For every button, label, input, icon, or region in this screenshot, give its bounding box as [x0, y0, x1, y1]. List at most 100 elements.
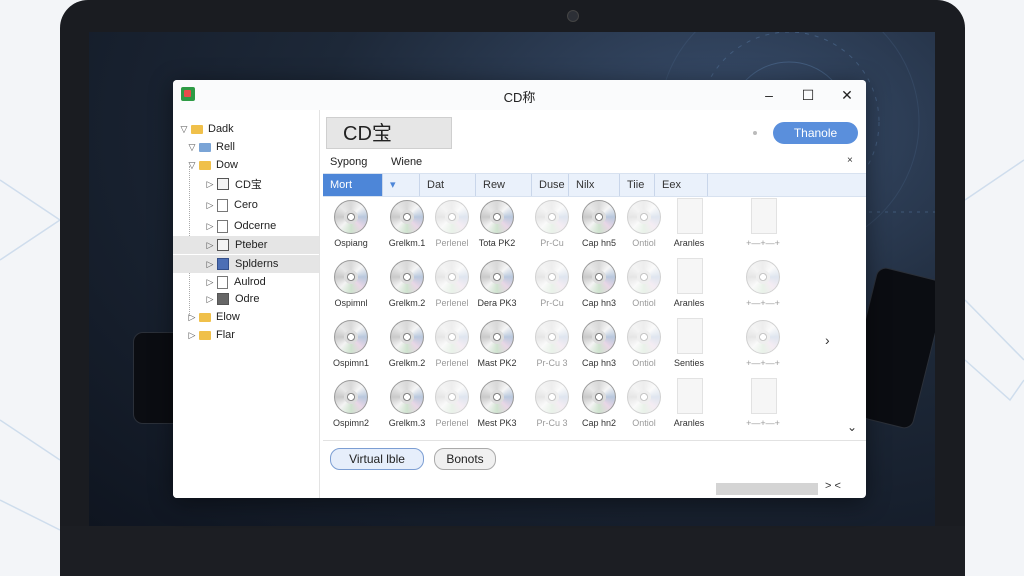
- cd-icon: [217, 178, 229, 190]
- disc-icon: [480, 200, 514, 234]
- title-bar: CD称 – ☐ ✕: [173, 80, 866, 110]
- expand-icon[interactable]: ▷: [205, 259, 215, 270]
- tree-item-odre[interactable]: ▷ Odre: [205, 290, 259, 308]
- chevron-down-icon[interactable]: ⌄: [847, 420, 857, 434]
- expand-icon[interactable]: ▷: [205, 179, 215, 190]
- expand-icon[interactable]: ▷: [205, 277, 215, 288]
- view-tabs: Sypong Wiene ×: [321, 152, 866, 174]
- folder-icon: [199, 312, 211, 322]
- tree-label: Dow: [216, 159, 239, 171]
- virtual-button[interactable]: Virtual lble: [330, 448, 424, 470]
- tree-item-flar[interactable]: ▷ Flar: [187, 326, 235, 344]
- document-item[interactable]: Aranles: [661, 378, 717, 434]
- disc-icon: [627, 260, 661, 294]
- disc-icon: [334, 200, 368, 234]
- minimize-button[interactable]: –: [757, 84, 781, 106]
- item-label: Ospiang: [334, 238, 368, 248]
- disc-icon: [535, 380, 569, 414]
- tree-item-odcerne[interactable]: ▷ Odcerne: [205, 217, 276, 235]
- disc-icon: [435, 260, 469, 294]
- tab-wiene[interactable]: Wiene: [391, 156, 422, 168]
- disc-item[interactable]: Mast PK2: [469, 318, 525, 374]
- disc-icon: [582, 200, 616, 234]
- disc-icon: [480, 260, 514, 294]
- drive-icon: [217, 258, 229, 270]
- document-item[interactable]: +—+—+: [735, 378, 791, 434]
- disc-item[interactable]: Ospimn1: [323, 318, 379, 374]
- chevron-right-icon[interactable]: ›: [825, 332, 830, 348]
- sort-dropdown-icon[interactable]: ▾: [383, 174, 420, 196]
- tree-label: Rell: [216, 141, 235, 153]
- tree-item-cd[interactable]: ▷ CD宝: [205, 175, 262, 193]
- drive-icon: [217, 239, 229, 251]
- document-item[interactable]: +—+—+: [735, 318, 791, 374]
- primary-action-button[interactable]: Thanole: [773, 122, 858, 144]
- disc-icon: [627, 320, 661, 354]
- drive-icon: [217, 293, 229, 305]
- disc-item[interactable]: Mest PK3: [469, 378, 525, 434]
- document-item[interactable]: Aranles: [661, 198, 717, 254]
- toolbar-duse[interactable]: Duse: [532, 174, 569, 196]
- expand-icon[interactable]: ▷: [205, 240, 215, 251]
- item-label: Tota PK2: [478, 238, 516, 248]
- disc-item[interactable]: Ospimn2: [323, 378, 379, 434]
- disc-icon: [334, 260, 368, 294]
- disc-icon: [435, 320, 469, 354]
- folder-tree: ▽ Dadk ▽ Rell ▽ Dow ▷ CD宝 ▷ Cero ▷ Odcerne ▷ Pt…: [173, 110, 320, 498]
- expand-icon[interactable]: ▷: [187, 312, 197, 323]
- document-item[interactable]: Aranles: [661, 258, 717, 314]
- tree-label: Aulrod: [234, 276, 266, 288]
- disc-item[interactable]: Dera PK3: [469, 258, 525, 314]
- expand-icon[interactable]: ▷: [205, 221, 215, 232]
- tree-item-pteber[interactable]: ▷ Pteber: [173, 236, 319, 254]
- document-item[interactable]: +—+—+: [735, 258, 791, 314]
- document-item[interactable]: +—+—+: [735, 198, 791, 254]
- tree-label: Odcerne: [234, 220, 277, 232]
- expand-icon[interactable]: ▷: [187, 330, 197, 341]
- disc-item[interactable]: Ospiang: [323, 198, 379, 254]
- expand-icon[interactable]: ▷: [205, 294, 215, 305]
- tree-item-dadk[interactable]: ▽ Dadk: [179, 120, 234, 138]
- tree-item-cero[interactable]: ▷ Cero: [205, 196, 258, 214]
- tree-label: Dadk: [208, 123, 234, 135]
- toolbar-mort[interactable]: Mort: [323, 174, 383, 196]
- disc-icon: [390, 380, 424, 414]
- close-tabs-icon[interactable]: ×: [847, 155, 853, 166]
- disc-item[interactable]: Ospimnl: [323, 258, 379, 314]
- toolbar-eex[interactable]: Eex: [655, 174, 708, 196]
- document-icon: [677, 198, 703, 234]
- expand-icon[interactable]: ▷: [205, 200, 215, 211]
- tree-item-aulrod[interactable]: ▷ Aulrod: [205, 273, 266, 291]
- status-dot: [753, 131, 757, 135]
- toolbar-tiie[interactable]: Tiie: [620, 174, 655, 196]
- folder-icon: [199, 160, 211, 170]
- tree-item-splderns[interactable]: ▷ Splderns: [173, 255, 319, 273]
- toolbar-dat[interactable]: Dat: [420, 174, 476, 196]
- disc-item[interactable]: Tota PK2: [469, 198, 525, 254]
- item-label: Aranles: [673, 418, 705, 428]
- scroll-arrows-icon[interactable]: > <: [825, 480, 841, 492]
- tree-item-dow[interactable]: ▽ Dow: [187, 156, 238, 174]
- document-icon: [677, 258, 703, 294]
- divider: [323, 440, 866, 441]
- bonots-button[interactable]: Bonots: [434, 448, 496, 470]
- disc-icon: [582, 260, 616, 294]
- disc-icon: [334, 380, 368, 414]
- tree-item-rell[interactable]: ▽ Rell: [187, 138, 235, 156]
- expand-icon[interactable]: ▽: [179, 124, 189, 135]
- document-item[interactable]: Senties: [661, 318, 717, 374]
- tree-label: Elow: [216, 311, 240, 323]
- horizontal-scrollbar[interactable]: [716, 483, 818, 495]
- tree-item-elow[interactable]: ▷ Elow: [187, 308, 240, 326]
- tree-label: Splderns: [235, 258, 279, 270]
- disc-icon: [627, 380, 661, 414]
- maximize-button[interactable]: ☐: [796, 84, 820, 106]
- toolbar-rew[interactable]: Rew: [476, 174, 532, 196]
- expand-icon[interactable]: ▽: [187, 142, 197, 153]
- tab-sypong[interactable]: Sypong: [330, 156, 367, 168]
- toolbar-nilx[interactable]: Nilx: [569, 174, 620, 196]
- current-location-title: CD宝: [326, 117, 452, 149]
- expand-icon[interactable]: ▽: [187, 160, 197, 171]
- item-label: Mest PK3: [477, 418, 517, 428]
- close-button[interactable]: ✕: [835, 84, 859, 106]
